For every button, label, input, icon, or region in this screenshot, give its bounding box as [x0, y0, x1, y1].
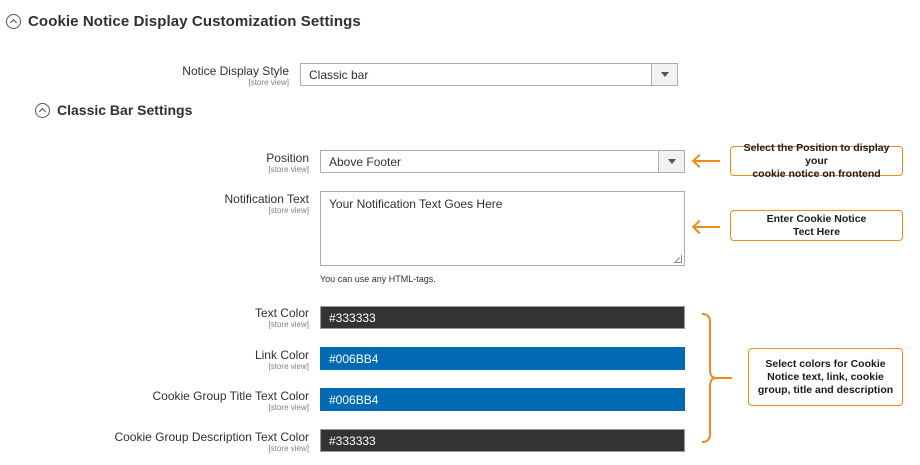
colors-callout-line2: Notice text, link, cookie: [767, 370, 884, 383]
group-title-color-input[interactable]: #006BB4: [320, 388, 685, 411]
notification-scope: [store view]: [268, 206, 309, 215]
position-label: Position: [266, 151, 309, 165]
colors-callout-line1: Select colors for Cookie: [765, 357, 886, 370]
position-select[interactable]: Above Footer: [320, 150, 685, 173]
display-style-label-group: Notice Display Style [store view]: [182, 64, 289, 88]
group-desc-color-input[interactable]: #333333: [320, 429, 685, 452]
display-style-scope: [store view]: [248, 78, 289, 87]
link-color-label-group: Link Color [store view]: [254, 348, 309, 372]
notification-label-group: Notification Text [store view]: [224, 192, 310, 216]
chevron-down-icon[interactable]: [658, 151, 684, 172]
section-header[interactable]: Cookie Notice Display Customization Sett…: [6, 13, 361, 30]
arrow-left-icon: [695, 226, 720, 228]
text-color-scope: [store view]: [268, 320, 309, 329]
resize-handle-icon[interactable]: [674, 255, 682, 263]
text-color-label-group: Text Color [store view]: [254, 306, 309, 330]
classic-bar-title: Classic Bar Settings: [57, 102, 193, 118]
notification-label: Notification Text: [224, 192, 310, 206]
link-color-input[interactable]: #006BB4: [320, 347, 685, 370]
notification-note: You can use any HTML-tags.: [320, 274, 436, 284]
group-desc-color-label-group: Cookie Group Description Text Color [sto…: [114, 430, 309, 454]
notification-value: Your Notification Text Goes Here: [329, 197, 503, 211]
group-desc-color-scope: [store view]: [268, 444, 309, 453]
text-color-value: #333333: [329, 311, 376, 325]
group-title-color-label-group: Cookie Group Title Text Color [store vie…: [152, 389, 309, 413]
collapse-icon[interactable]: [6, 14, 21, 29]
display-style-value: Classic bar: [309, 68, 369, 82]
arrow-left-icon: [695, 160, 720, 162]
group-desc-color-value: #333333: [329, 434, 376, 448]
link-color-label: Link Color: [254, 348, 309, 362]
classic-bar-header[interactable]: Classic Bar Settings: [35, 102, 192, 118]
group-title-color-value: #006BB4: [329, 393, 379, 407]
text-color-input[interactable]: #333333: [320, 306, 685, 329]
link-color-scope: [store view]: [268, 362, 309, 371]
position-callout-line1: Select the Position to display your: [743, 141, 890, 167]
section-title: Cookie Notice Display Customization Sett…: [28, 13, 361, 30]
notice-callout: Enter Cookie Notice Tect Here: [730, 210, 903, 241]
position-value: Above Footer: [329, 155, 402, 169]
display-style-label: Notice Display Style: [182, 64, 289, 78]
display-style-select[interactable]: Classic bar: [300, 63, 678, 86]
collapse-icon[interactable]: [35, 102, 50, 118]
position-callout: Select the Position to display your cook…: [730, 142, 903, 180]
notice-callout-line2: Tect Here: [792, 225, 841, 238]
link-color-value: #006BB4: [329, 352, 379, 366]
colors-callout-line3: group, title and description: [757, 383, 894, 396]
position-scope: [store view]: [268, 165, 309, 174]
position-label-group: Position [store view]: [266, 151, 309, 175]
group-title-color-label: Cookie Group Title Text Color: [152, 389, 309, 403]
colors-callout: Select colors for Cookie Notice text, li…: [748, 348, 903, 406]
text-color-label: Text Color: [254, 306, 309, 320]
notification-textarea[interactable]: Your Notification Text Goes Here: [320, 191, 685, 266]
group-title-color-scope: [store view]: [268, 403, 309, 412]
position-callout-line2: cookie notice on frontend: [752, 167, 881, 180]
group-desc-color-label: Cookie Group Description Text Color: [114, 430, 309, 444]
notice-callout-line1: Enter Cookie Notice: [766, 212, 867, 225]
brace-icon: [701, 313, 732, 443]
chevron-down-icon[interactable]: [651, 64, 677, 85]
